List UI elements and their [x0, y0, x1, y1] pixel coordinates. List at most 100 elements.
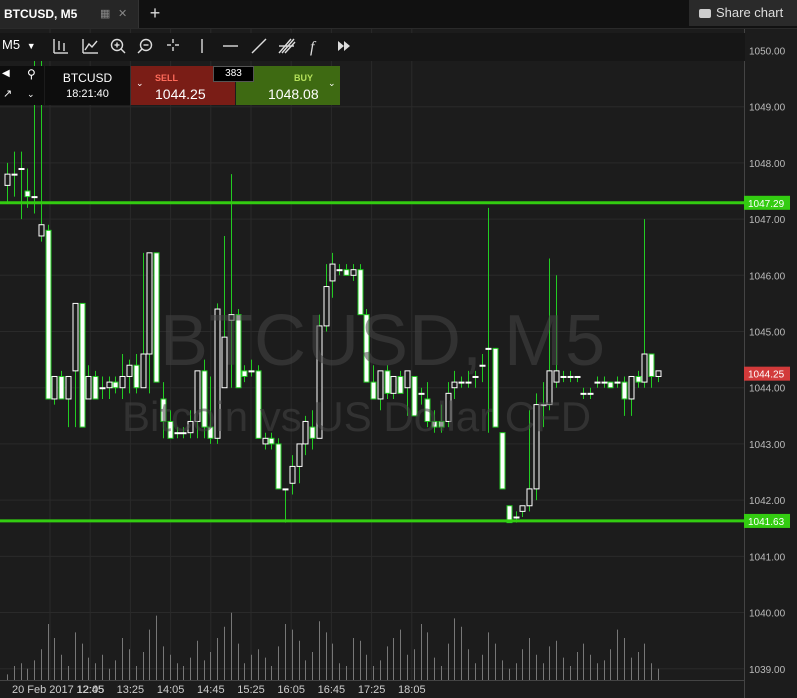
y-tick-label: 1049.00 — [749, 103, 786, 114]
tool-icons: f — [53, 38, 350, 56]
chevron-down-icon[interactable]: ⌄ — [27, 89, 35, 100]
watermark-description: Bitcoin vs US Dollar CFD — [122, 393, 592, 440]
symbol-box[interactable]: BTCUSD 18:21:40 — [45, 66, 131, 105]
chevron-down-icon[interactable]: ⌄ — [328, 78, 336, 89]
y-tick-label: 1046.00 — [749, 271, 786, 282]
zoom-out-icon — [137, 38, 153, 54]
y-tick-label: 1041.00 — [749, 552, 786, 563]
candle-body — [289, 465, 296, 484]
bars-icon — [53, 39, 68, 54]
add-tab-button[interactable]: + — [140, 2, 170, 26]
server-time: 18:21:40 — [66, 88, 109, 100]
candle-body — [18, 168, 25, 171]
spread-badge: 383 — [213, 66, 254, 82]
current-price-label: 1044.25 — [748, 370, 785, 381]
level-label: 1041.63 — [748, 517, 785, 528]
chart-tab[interactable]: BTCUSD, M5 ▦ ✕ — [0, 0, 139, 28]
candle-body — [519, 505, 526, 512]
tab-title: BTCUSD, M5 — [4, 7, 78, 21]
candle-body — [153, 252, 160, 383]
share-chart-button[interactable]: Share chart — [689, 0, 797, 26]
candle-body — [499, 432, 506, 490]
candle-body — [24, 190, 31, 198]
x-tick-label: 13:25 — [117, 684, 145, 696]
camera-icon — [699, 9, 711, 19]
candle-body — [4, 173, 11, 186]
candle-body — [38, 224, 45, 237]
x-tick-label: 16:05 — [277, 684, 305, 696]
candle-body — [458, 381, 465, 384]
candle-body — [119, 375, 126, 389]
candle-body — [11, 173, 18, 176]
x-tick-label: 15:25 — [237, 684, 265, 696]
top-bar: BTCUSD, M5 ▦ ✕ + Share chart — [0, 0, 797, 29]
fast-forward-icon — [338, 41, 350, 51]
collapse-icon[interactable]: ◀ — [2, 68, 10, 79]
level-label: 1047.29 — [748, 199, 785, 210]
candle-body — [635, 375, 642, 383]
candle-body — [99, 387, 106, 390]
candle-body — [106, 381, 113, 389]
chevron-down-icon[interactable]: ⌄ — [136, 78, 144, 89]
function-icon[interactable]: f — [310, 39, 317, 56]
y-tick-label: 1040.00 — [749, 609, 786, 620]
candle-body — [648, 353, 655, 377]
watermark-symbol: BTCUSD, M5 — [160, 301, 607, 381]
buy-price: 1048.08 — [268, 86, 319, 102]
candle-body — [79, 302, 86, 428]
y-tick-label: 1039.00 — [749, 665, 786, 676]
indicators-icon — [82, 39, 98, 54]
candle-body — [614, 381, 621, 384]
timeframe-label: M5 — [2, 37, 21, 52]
x-tick-label: 16:45 — [318, 684, 346, 696]
candle-body — [336, 269, 343, 272]
share-chart-label: Share chart — [716, 5, 784, 20]
x-tick-label: 14:45 — [197, 684, 225, 696]
candle-body — [275, 443, 282, 490]
symbol-name: BTCUSD — [62, 71, 113, 85]
chevron-down-icon: ▼ — [26, 41, 36, 51]
sell-label: SELL — [155, 73, 179, 83]
candle-body — [65, 375, 72, 400]
candle-body — [513, 516, 520, 519]
candle-body — [146, 252, 153, 355]
buy-label: BUY — [294, 73, 314, 83]
candle-body — [282, 488, 289, 491]
candle-body — [526, 488, 533, 507]
x-tick-label: 14:05 — [157, 684, 185, 696]
candle-body — [126, 364, 133, 377]
y-tick-label: 1050.00 — [749, 46, 786, 57]
trend-line-icon — [251, 38, 267, 54]
y-tick-label: 1042.00 — [749, 496, 786, 507]
candle-body — [621, 381, 628, 400]
x-tick-label: 17:25 — [358, 684, 386, 696]
fib-icon — [278, 38, 296, 54]
y-tick-label: 1048.00 — [749, 159, 786, 170]
layout-icon[interactable]: ▦ — [100, 7, 110, 20]
candle-body — [133, 364, 140, 389]
candle-body — [140, 353, 147, 389]
candle-body — [601, 381, 608, 384]
drawing-toolbar: M5 ▼ f — [0, 33, 745, 61]
candle-body — [296, 443, 303, 467]
candle-body — [594, 381, 601, 384]
zoom-in-icon — [110, 38, 126, 54]
candle-body — [641, 353, 648, 383]
y-tick-label: 1047.00 — [749, 215, 786, 226]
candle-body — [45, 229, 52, 400]
x-tick-label: 12:45 — [76, 684, 104, 696]
candle-body — [92, 375, 99, 400]
close-icon[interactable]: ✕ — [118, 7, 127, 20]
sell-price: 1044.25 — [155, 86, 206, 102]
widget-controls: ◀ ⚲ ↗ ⌄ — [0, 66, 44, 105]
search-icon[interactable]: ⚲ — [27, 67, 36, 81]
candle-body — [329, 263, 336, 282]
candle-body — [58, 375, 65, 400]
timeframe-button[interactable]: M5 ▼ — [2, 37, 36, 52]
external-link-icon[interactable]: ↗ — [3, 87, 12, 100]
candle-body — [85, 375, 92, 400]
candle-body — [112, 381, 119, 389]
y-tick-label: 1045.00 — [749, 328, 786, 339]
candle-body — [31, 196, 38, 199]
candle-body — [350, 269, 357, 276]
